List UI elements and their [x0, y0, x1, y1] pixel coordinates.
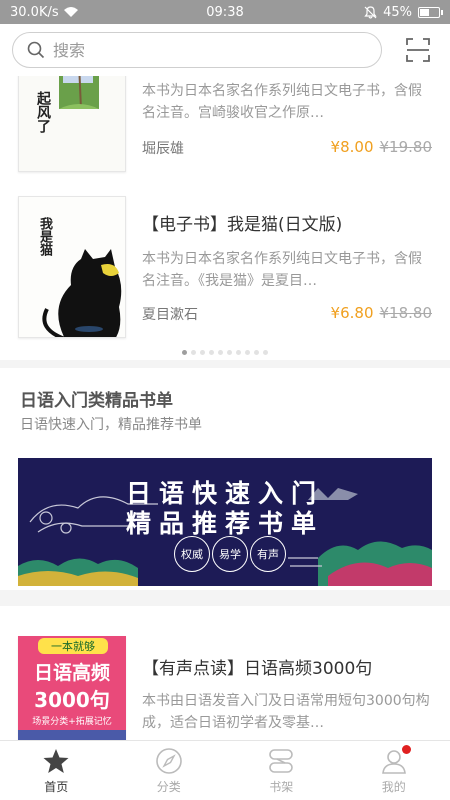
carousel-dot[interactable]: [200, 350, 205, 355]
book-item[interactable]: 我是猫 【电子书】我是猫(日文版) 本书为日本名家名作系列纯日文电子书，含假名注…: [0, 196, 450, 340]
tab-label: 首页: [44, 779, 69, 794]
notification-badge: [401, 745, 411, 754]
seal-badge: 权威: [174, 536, 210, 572]
carousel-dot[interactable]: [245, 350, 250, 355]
search-box[interactable]: [12, 32, 382, 68]
section-subtitle: 日语快速入门，精品推荐书单: [20, 417, 202, 433]
book-desc: 本书为日本名家名作系列纯日文电子书，含假名注音。《我是猫》是夏目…: [142, 251, 422, 289]
carousel-indicator: [0, 350, 450, 355]
battery-percent: 45%: [383, 4, 412, 20]
bookshelf-icon: [269, 748, 294, 773]
seal-badge: 易学: [212, 536, 248, 572]
carousel-dot[interactable]: [191, 350, 196, 355]
carousel-dot[interactable]: [182, 350, 187, 355]
current-price: ¥6.80: [330, 304, 374, 322]
scan-icon[interactable]: [404, 36, 432, 64]
search-header: [0, 24, 450, 76]
carousel-dot[interactable]: [218, 350, 223, 355]
book-title: 【有声点读】日语高频3000句: [142, 659, 373, 679]
cover-title: 起风了: [35, 91, 51, 133]
cover-tag: 场景分类+拓展记忆: [32, 717, 112, 727]
search-input[interactable]: [53, 40, 343, 60]
wifi-icon: [63, 7, 78, 17]
content-scroll[interactable]: 起风了 本书为日本名家名作系列纯日文电子书，含假名注音。宫崎骏收官之作原… 堀辰…: [0, 76, 450, 740]
book-item[interactable]: 起风了 本书为日本名家名作系列纯日文电子书，含假名注音。宫崎骏收官之作原… 堀辰…: [0, 76, 450, 180]
carousel-dot[interactable]: [236, 350, 241, 355]
tab-mine[interactable]: 我的: [338, 741, 450, 800]
book-title: 【电子书】我是猫(日文版): [142, 215, 343, 235]
book-list-card: 一本就够 日语高频 3000句 场景分类+拓展记忆 【有声点读】日语高频3000…: [0, 606, 450, 740]
original-price: ¥18.80: [379, 304, 433, 322]
banner-line-2: 精品推荐书单: [125, 509, 324, 538]
section-title: 日语入门类精品书单: [20, 391, 173, 411]
book-cover[interactable]: 起风了: [18, 76, 126, 172]
cover-top-label: 一本就够: [38, 638, 108, 654]
book-author: 堀辰雄: [142, 141, 184, 157]
cover-bottom-band: [18, 730, 126, 740]
tab-label: 分类: [156, 779, 181, 794]
cover-title: 我是猫: [37, 217, 52, 256]
tab-home[interactable]: 首页: [0, 741, 113, 800]
book-cover[interactable]: 我是猫: [18, 196, 126, 338]
cover-title: 日语高频: [33, 662, 110, 684]
carousel-dot[interactable]: [263, 350, 268, 355]
book-desc: 本书由日语发音入门及日语常用短句3000句构成，适合日语初学者及零基…: [142, 693, 430, 731]
tab-label: 书架: [269, 779, 294, 794]
booklist-banner[interactable]: 日语快速入门 精品推荐书单 权威 易学 有声: [18, 458, 432, 586]
book-price: ¥8.00 ¥19.80: [331, 138, 432, 156]
battery-icon: [418, 6, 443, 18]
seal-badge: 有声: [250, 536, 286, 572]
compass-icon: [155, 747, 182, 774]
tab-label: 我的: [381, 779, 406, 794]
book-author: 夏目漱石: [142, 307, 198, 323]
carousel-dot[interactable]: [209, 350, 214, 355]
star-icon: [43, 748, 69, 773]
book-list-card: 起风了 本书为日本名家名作系列纯日文电子书，含假名注音。宫崎骏收官之作原… 堀辰…: [0, 76, 450, 360]
tab-bookshelf[interactable]: 书架: [225, 741, 338, 800]
tab-category[interactable]: 分类: [113, 741, 226, 800]
network-speed: 30.0K/s: [10, 4, 59, 20]
original-price: ¥19.80: [379, 138, 433, 156]
current-price: ¥8.00: [330, 138, 374, 156]
bottom-tab-bar: 首页 分类 书架 我的: [0, 740, 450, 800]
book-price: ¥6.80 ¥18.80: [331, 304, 432, 322]
book-item[interactable]: 一本就够 日语高频 3000句 场景分类+拓展记忆 【有声点读】日语高频3000…: [0, 606, 450, 740]
book-cover[interactable]: 一本就够 日语高频 3000句 场景分类+拓展记忆: [18, 636, 126, 740]
clock: 09:38: [206, 4, 244, 20]
book-desc: 本书为日本名家名作系列纯日文电子书，含假名注音。宫崎骏收官之作原…: [142, 83, 422, 121]
carousel-dot[interactable]: [254, 350, 259, 355]
mute-icon: [364, 5, 377, 19]
carousel-dot[interactable]: [227, 350, 232, 355]
search-icon: [27, 41, 45, 59]
status-bar: 30.0K/s 09:38 45%: [0, 0, 450, 24]
cover-subtitle: 3000句: [34, 688, 110, 712]
